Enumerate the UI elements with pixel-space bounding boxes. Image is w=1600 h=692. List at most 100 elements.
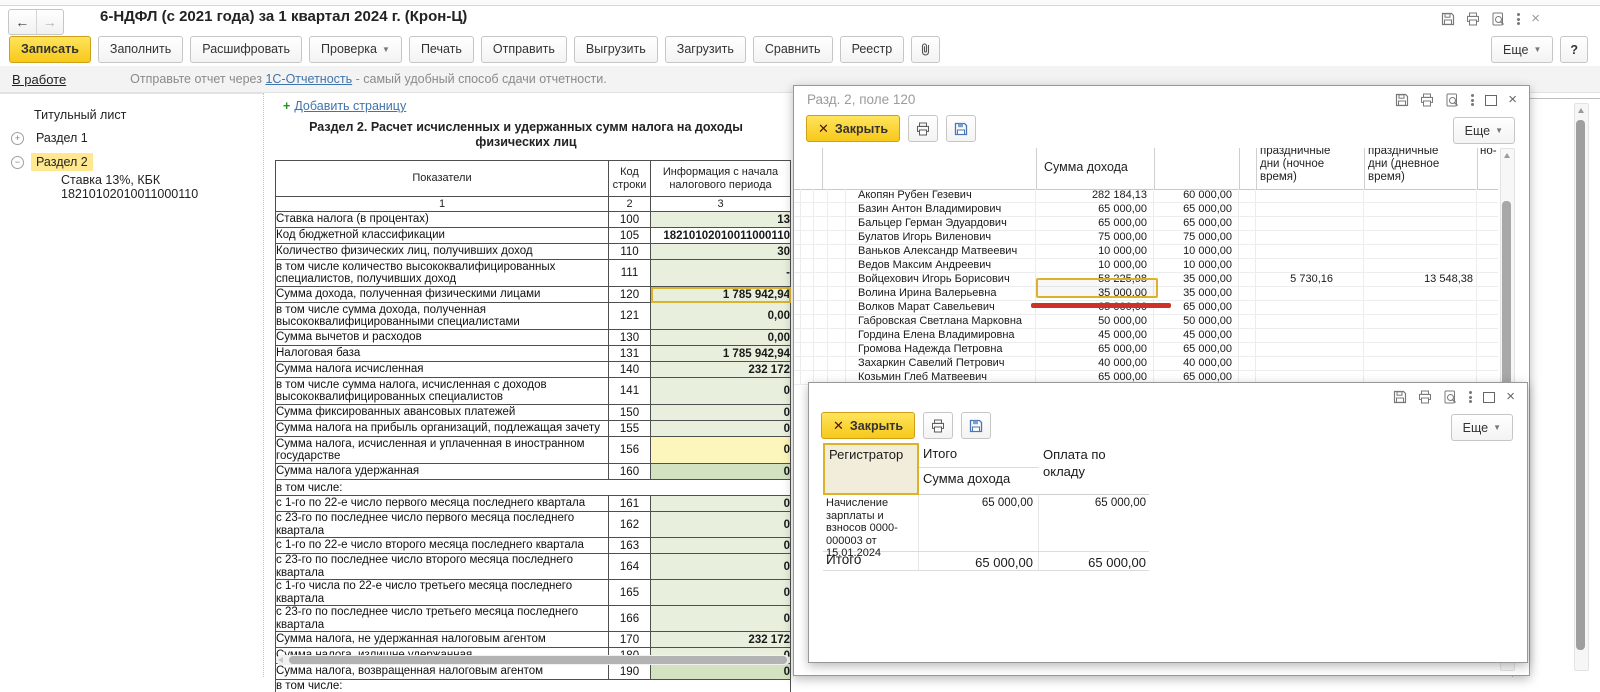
spacer	[1239, 357, 1256, 370]
report-row-value[interactable]: 18210102010011000110	[651, 228, 791, 244]
report-row-code: 170	[609, 632, 651, 648]
detail-row[interactable]: Ведов Максим Андреевич10 000,0010 000,00	[794, 259, 1498, 273]
report-row-value[interactable]: 0	[651, 580, 791, 606]
more-button[interactable]: Еще▼	[1453, 117, 1515, 144]
print-icon[interactable]	[1466, 12, 1480, 26]
preview-icon[interactable]	[1443, 390, 1457, 404]
close-button[interactable]: ✕Закрыть	[806, 115, 900, 142]
scroll-left-arrow-icon[interactable]	[278, 657, 283, 663]
export-button[interactable]: Выгрузить	[574, 36, 658, 63]
report-row-value[interactable]: 0	[651, 664, 791, 680]
save-button[interactable]: Записать	[9, 36, 91, 63]
collapse-icon[interactable]: −	[11, 156, 24, 169]
close-icon[interactable]: ×	[1531, 13, 1540, 25]
close-icon[interactable]: ×	[1508, 94, 1517, 106]
spacer	[814, 287, 828, 300]
close-icon[interactable]: ×	[1506, 391, 1515, 403]
report-row-value[interactable]: 0	[651, 378, 791, 405]
report-row-value[interactable]: 30	[651, 244, 791, 260]
expand-icon[interactable]: +	[11, 132, 24, 145]
save-button[interactable]	[961, 412, 991, 439]
detail-row[interactable]: Ваньков Александр Матвеевич10 000,0010 0…	[794, 245, 1498, 259]
report-row-code: 163	[609, 538, 651, 554]
sidebar-subitem-rate[interactable]: Ставка 13%, КБК 18210102010011000110	[0, 176, 263, 198]
detail-row[interactable]: Габровская Светлана Марковна50 000,0050 …	[794, 315, 1498, 329]
holiday-day-amount	[1364, 287, 1477, 300]
report-row-value[interactable]: 232 172	[651, 632, 791, 648]
report-row-value[interactable]: 0	[651, 437, 791, 464]
save-button[interactable]	[946, 115, 976, 142]
menu-kebab-icon[interactable]	[1468, 390, 1472, 404]
employee-name: Ваньков Александр Матвеевич	[846, 245, 1036, 258]
send-button[interactable]: Отправить	[481, 36, 567, 63]
sidebar-item-section1[interactable]: +Раздел 1	[0, 127, 263, 149]
report-row-value[interactable]: 0	[651, 554, 791, 580]
detail-row[interactable]: Булатов Игорь Виленович75 000,0075 000,0…	[794, 231, 1498, 245]
check-button[interactable]: Проверка▼	[309, 36, 402, 63]
report-row-value[interactable]: 0	[651, 405, 791, 421]
print-icon[interactable]	[1420, 93, 1434, 107]
1c-reporting-link[interactable]: 1С-Отчетность	[265, 72, 352, 86]
registrar-row[interactable]: Начисление зарплаты и взносов 0000-00000…	[823, 495, 1149, 552]
print-icon[interactable]	[1418, 390, 1432, 404]
detail-row[interactable]: Гордина Елена Владимировна45 000,0045 00…	[794, 329, 1498, 343]
report-row-value[interactable]: 1 785 942,94	[651, 346, 791, 362]
fill-button[interactable]: Заполнить	[98, 36, 183, 63]
report-row-value[interactable]: 0	[651, 464, 791, 480]
close-button[interactable]: ✕Закрыть	[821, 412, 915, 439]
print-button[interactable]	[908, 115, 938, 142]
decrypt-button[interactable]: Расшифровать	[190, 36, 302, 63]
scrollbar-thumb[interactable]	[1502, 201, 1511, 386]
report-state-link[interactable]: В работе	[12, 72, 66, 87]
report-row-value[interactable]: 13	[651, 212, 791, 228]
scrollbar-thumb[interactable]	[1576, 120, 1585, 650]
register-button[interactable]: Реестр	[840, 36, 905, 63]
spacer	[801, 301, 814, 314]
report-row-value[interactable]: 0	[651, 606, 791, 632]
sidebar-item-title-page[interactable]: Титульный лист	[0, 104, 263, 126]
horizontal-scrollbar[interactable]	[276, 655, 790, 665]
detail-row[interactable]: Громова Надежда Петровна65 000,0065 000,…	[794, 343, 1498, 357]
vertical-scrollbar[interactable]	[1574, 103, 1589, 671]
more-button[interactable]: Еще▼	[1451, 414, 1513, 441]
report-row-value[interactable]: 232 172	[651, 362, 791, 378]
detail-row[interactable]: Бальцер Герман Эдуардович65 000,0065 000…	[794, 217, 1498, 231]
holiday-night-amount	[1256, 287, 1364, 300]
detail-row[interactable]: Захаркин Савелий Петрович40 000,0040 000…	[794, 357, 1498, 371]
save-icon[interactable]	[1441, 12, 1455, 26]
maximize-icon[interactable]	[1485, 95, 1497, 106]
report-row-value[interactable]: 0	[651, 512, 791, 538]
total-row[interactable]: Итого65 000,0065 000,00	[823, 552, 1149, 571]
scroll-up-arrow-icon[interactable]	[1504, 153, 1510, 158]
scrollbar-thumb[interactable]	[289, 656, 787, 664]
compare-button[interactable]: Сравнить	[753, 36, 833, 63]
menu-kebab-icon[interactable]	[1470, 93, 1474, 107]
add-page-link[interactable]: +Добавить страницу	[283, 99, 406, 113]
report-row-value[interactable]: 0,00	[651, 330, 791, 346]
preview-icon[interactable]	[1445, 93, 1459, 107]
col-header-registrar[interactable]: Регистратор	[823, 443, 919, 495]
preview-icon[interactable]	[1491, 12, 1505, 26]
maximize-icon[interactable]	[1483, 392, 1495, 403]
nav-back-button[interactable]: ←	[9, 10, 37, 34]
import-button[interactable]: Загрузить	[665, 36, 746, 63]
report-row-value[interactable]: 0,00	[651, 303, 791, 330]
print-button[interactable]	[923, 412, 953, 439]
menu-kebab-icon[interactable]	[1516, 12, 1520, 26]
report-row-value[interactable]: 0	[651, 496, 791, 512]
detail-row[interactable]: Базин Антон Владимирович65 000,0065 000,…	[794, 203, 1498, 217]
nav-forward-button[interactable]: →	[37, 10, 64, 34]
scroll-up-arrow-icon[interactable]	[1578, 108, 1584, 113]
report-row-value[interactable]: 0	[651, 421, 791, 437]
report-row-value[interactable]: -	[651, 260, 791, 287]
more-button[interactable]: Еще▼	[1491, 36, 1553, 63]
print-button[interactable]: Печать	[409, 36, 474, 63]
sidebar-item-section2[interactable]: −Раздел 2	[0, 151, 263, 173]
attachment-button[interactable]	[911, 36, 940, 63]
help-button[interactable]: ?	[1560, 36, 1588, 63]
report-row-value[interactable]: 0	[651, 538, 791, 554]
save-icon[interactable]	[1395, 93, 1409, 107]
save-icon[interactable]	[1393, 390, 1407, 404]
detail-row[interactable]: Акопян Рубен Гезевич282 184,1360 000,00	[794, 189, 1498, 203]
report-row-value[interactable]: 1 785 942,94	[651, 287, 791, 303]
